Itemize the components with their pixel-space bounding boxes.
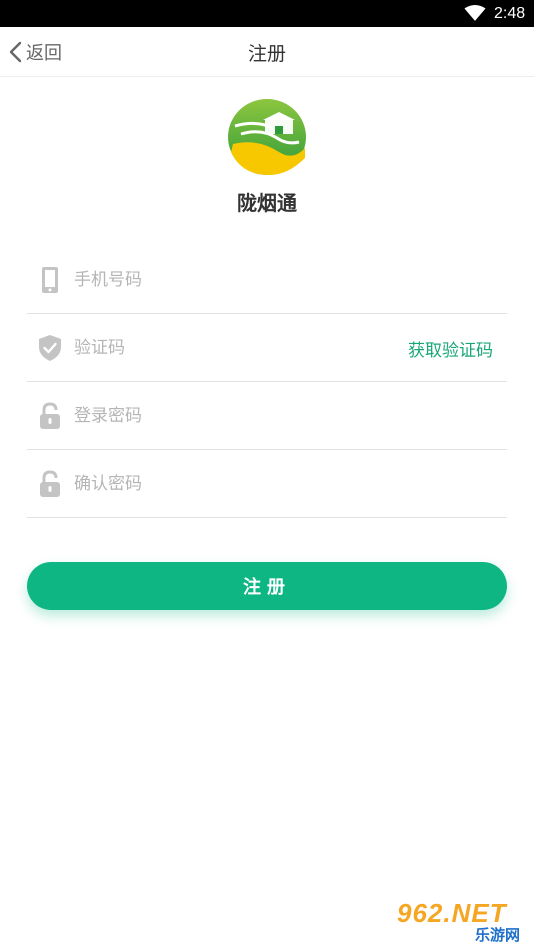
watermark-sub: 乐游网 — [475, 926, 521, 944]
register-button[interactable]: 注册 — [27, 562, 507, 610]
phone-input[interactable] — [72, 262, 396, 298]
phone-icon — [42, 267, 58, 293]
app-name: 陇烟通 — [237, 191, 297, 215]
password-input[interactable] — [72, 398, 396, 434]
status-time: 2:48 — [494, 5, 526, 22]
status-bar: 2:48 — [0, 0, 534, 27]
lock-icon — [40, 402, 60, 429]
wifi-icon — [464, 5, 486, 21]
code-field: 获取验证码 — [27, 314, 507, 382]
nav-bar: 返回 注册 — [0, 27, 534, 77]
confirm-password-field — [27, 450, 507, 518]
code-input[interactable] — [72, 330, 396, 366]
watermark-logo: 962.NET 乐游网 — [395, 898, 530, 944]
get-code-button[interactable]: 获取验证码 — [408, 336, 493, 361]
password-field — [27, 382, 507, 450]
shield-check-icon — [39, 335, 61, 361]
phone-field — [27, 246, 507, 314]
app-logo-icon — [228, 99, 306, 176]
confirm-password-input[interactable] — [72, 466, 396, 502]
lock-icon — [40, 470, 60, 497]
page-title: 注册 — [247, 43, 286, 65]
